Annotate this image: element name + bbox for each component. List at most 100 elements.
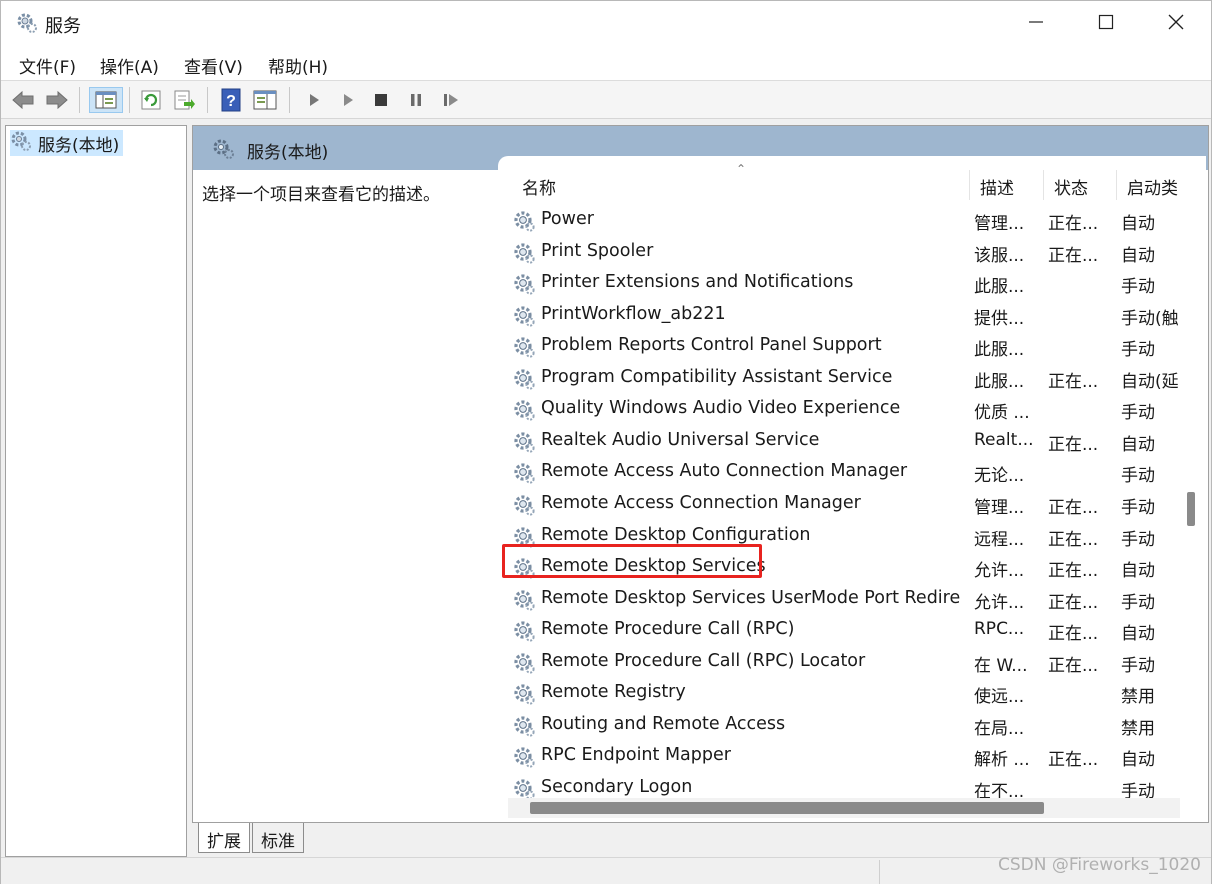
- stop-service-icon[interactable]: [368, 87, 394, 113]
- column-header-startup-type[interactable]: 启动类: [1127, 174, 1183, 199]
- service-gear-icon: [512, 714, 536, 742]
- service-startup-type: 手动(触: [1121, 308, 1179, 329]
- svg-text:?: ?: [226, 93, 236, 110]
- tab-extended[interactable]: 扩展: [198, 823, 250, 853]
- service-description: 无论...: [974, 466, 1025, 487]
- service-startup-type: 手动: [1121, 592, 1155, 613]
- service-name: Program Compatibility Assistant Service: [541, 366, 893, 387]
- service-startup-type: 自动: [1121, 561, 1155, 582]
- start-service-icon[interactable]: [301, 87, 327, 113]
- service-description: 在局...: [974, 718, 1025, 739]
- service-startup-type: 手动: [1121, 340, 1155, 361]
- service-name: Remote Registry: [541, 682, 686, 703]
- service-startup-type: 自动: [1121, 214, 1155, 234]
- tree-item-services-local[interactable]: 服务(本地): [10, 130, 124, 156]
- tree-item-label: 服务(本地): [38, 135, 120, 156]
- maximize-icon: [1098, 14, 1114, 34]
- service-startup-type: 手动: [1121, 466, 1155, 487]
- services-gear-icon: [10, 130, 32, 156]
- service-gear-icon: [512, 682, 536, 710]
- service-row[interactable]: Remote Access Connection Manager 管理... 正在.…: [498, 489, 1168, 520]
- show-hide-console-tree-icon[interactable]: [89, 87, 123, 113]
- service-row[interactable]: Printer Extensions and Notifications 此服..…: [498, 268, 1168, 299]
- service-row[interactable]: Remote Procedure Call (RPC) Locator 在 W..…: [498, 647, 1168, 678]
- service-row[interactable]: Power 管理... 正在... 自动: [498, 205, 1168, 236]
- panel-title: 服务(本地): [247, 143, 329, 163]
- window-title: 服务: [45, 16, 81, 37]
- column-header-status[interactable]: 状态: [1054, 174, 1088, 199]
- title-bar: 服务: [1, 1, 1211, 47]
- forward-arrow-icon[interactable]: [44, 87, 70, 113]
- service-name: Routing and Remote Access: [541, 713, 786, 734]
- start-service-alt-icon[interactable]: [335, 87, 361, 113]
- pause-service-icon[interactable]: [403, 87, 429, 113]
- service-description: 此服...: [974, 277, 1025, 298]
- column-header-description[interactable]: 描述: [980, 174, 1014, 199]
- service-row[interactable]: Program Compatibility Assistant Service 此…: [498, 363, 1179, 394]
- back-arrow-icon[interactable]: [10, 87, 36, 113]
- service-name: Print Spooler: [541, 240, 654, 261]
- service-row[interactable]: Routing and Remote Access 在局... 禁用: [498, 710, 1168, 741]
- properties-icon[interactable]: [252, 87, 278, 113]
- service-status: 正在...: [1048, 434, 1099, 455]
- horizontal-scrollbar[interactable]: [508, 798, 1180, 818]
- menu-bar: 文件(F) 操作(A) 查看(V) 帮助(H): [1, 47, 1211, 81]
- horizontal-scrollbar-thumb[interactable]: [530, 802, 1044, 814]
- restart-service-icon[interactable]: [438, 87, 464, 113]
- service-name: Remote Procedure Call (RPC) Locator: [541, 650, 866, 671]
- service-description: 提供...: [974, 308, 1025, 329]
- maximize-button[interactable]: [1071, 1, 1141, 47]
- service-description: 允许...: [974, 592, 1025, 613]
- service-row[interactable]: Problem Reports Control Panel Support 此服.…: [498, 331, 1168, 362]
- services-list: ⌃ 名称 描述 状态 启动类 Power 管理... 正在... 自动 Print Sp…: [498, 156, 1206, 822]
- close-icon: [1168, 14, 1184, 34]
- minimize-icon: [1028, 14, 1044, 34]
- service-startup-type: 手动: [1121, 529, 1155, 550]
- service-name: Remote Access Connection Manager: [541, 492, 861, 513]
- vertical-scrollbar[interactable]: [1182, 166, 1200, 796]
- service-row[interactable]: Realtek Audio Universal Service Realt... 正…: [498, 426, 1168, 457]
- help-icon[interactable]: ?: [218, 87, 244, 113]
- service-name: Remote Desktop Services UserMode Port Re…: [541, 587, 961, 608]
- service-gear-icon: [512, 651, 536, 679]
- service-description: 管理...: [974, 497, 1025, 518]
- service-row[interactable]: RPC Endpoint Mapper 解析 ... 正在... 自动: [498, 741, 1168, 772]
- service-name: Remote Access Auto Connection Manager: [541, 461, 908, 482]
- service-description: 此服...: [974, 371, 1025, 392]
- service-description: 管理...: [974, 214, 1025, 234]
- vertical-scrollbar-thumb[interactable]: [1187, 492, 1195, 526]
- menu-view[interactable]: 查看(V): [180, 53, 247, 78]
- service-description: 允许...: [974, 561, 1025, 582]
- menu-help[interactable]: 帮助(H): [264, 53, 332, 78]
- service-name: Remote Desktop Configuration: [541, 524, 811, 545]
- view-tabs: 扩展 标准: [192, 823, 1209, 857]
- toolbar: ?: [1, 81, 1211, 119]
- column-header-name[interactable]: 名称: [522, 174, 556, 199]
- tab-standard[interactable]: 标准: [252, 823, 304, 853]
- service-startup-type: 自动: [1121, 434, 1155, 455]
- menu-action[interactable]: 操作(A): [96, 53, 163, 78]
- service-status: 正在...: [1048, 214, 1099, 234]
- service-gear-icon: [512, 272, 536, 300]
- service-row[interactable]: Remote Procedure Call (RPC) RPC... 正在... 自动: [498, 615, 1168, 646]
- close-button[interactable]: [1141, 1, 1211, 47]
- service-gear-icon: [512, 588, 536, 616]
- service-name: Realtek Audio Universal Service: [541, 429, 820, 450]
- service-startup-type: 自动(延: [1121, 371, 1179, 392]
- service-row[interactable]: Print Spooler 该服... 正在... 自动: [498, 237, 1168, 268]
- service-name: Power: [541, 209, 594, 229]
- service-row[interactable]: Quality Windows Audio Video Experience 优质…: [498, 394, 1168, 425]
- service-row[interactable]: Remote Desktop Services UserMode Port Re…: [498, 584, 1168, 615]
- export-list-icon[interactable]: [171, 87, 197, 113]
- service-gear-icon: [512, 398, 536, 426]
- menu-file[interactable]: 文件(F): [15, 53, 80, 78]
- service-row[interactable]: Remote Access Auto Connection Manager 无论.…: [498, 457, 1168, 488]
- service-gear-icon: [512, 304, 536, 332]
- minimize-button[interactable]: [1001, 1, 1071, 47]
- services-window: 服务 文件(F) 操作(A) 查看(V) 帮助(H) ? 服务(本地) 服务(本…: [0, 0, 1212, 884]
- service-gear-icon: [512, 619, 536, 647]
- refresh-icon[interactable]: [138, 87, 164, 113]
- service-row[interactable]: Remote Registry 使远... 禁用: [498, 678, 1168, 709]
- service-row[interactable]: PrintWorkflow_ab221 提供... 手动(触: [498, 300, 1179, 332]
- service-name: Secondary Logon: [541, 776, 693, 797]
